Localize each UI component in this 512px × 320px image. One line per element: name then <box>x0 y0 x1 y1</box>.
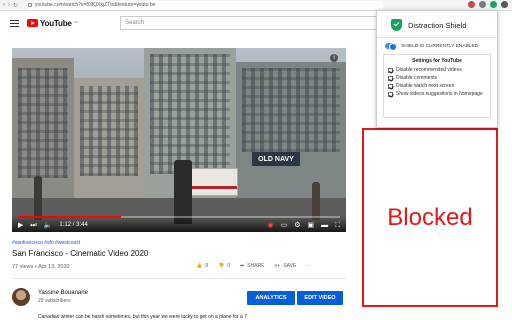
option-label: Disable comments <box>396 75 438 81</box>
address-bar[interactable]: youtube.com/watch?v=83fQXkjZTto&feature=… <box>24 1 385 9</box>
blocked-label: Blocked <box>387 203 473 231</box>
theater-icon[interactable]: ▬ <box>321 222 328 229</box>
browser-nav: ‹ › ↻ <box>3 2 18 9</box>
share-button[interactable]: ➦ SHARE <box>240 263 264 269</box>
pedestrian <box>34 176 42 220</box>
time-display: 1:12 / 3:44 <box>59 222 88 228</box>
video-player[interactable]: OLD NAVY i ▶ ⏭ 🔈 1:12 / 3:44 ◉ ▭ ⚙ ▣ ▬ ⛶ <box>12 48 346 232</box>
youtube-logo[interactable]: YouTube CA <box>27 19 78 28</box>
playlist-add-icon: ≡+ <box>274 263 281 269</box>
building <box>236 62 346 198</box>
option-label: Disable watch next screen <box>396 83 455 89</box>
thumbs-down-icon: 👎 <box>218 263 225 269</box>
next-icon[interactable]: ⏭ <box>30 222 36 229</box>
menu-icon[interactable] <box>501 1 508 8</box>
shield-icon <box>391 19 402 31</box>
video-title: San Francisco - Cinematic Video 2020 <box>12 249 149 258</box>
search-input[interactable]: Search <box>120 16 388 30</box>
checkbox[interactable] <box>388 75 393 81</box>
reload-icon[interactable]: ↻ <box>13 2 18 9</box>
more-actions-icon[interactable]: ⋯ <box>306 263 311 269</box>
play-icon[interactable]: ▶ <box>18 222 23 229</box>
edit-video-button[interactable]: EDIT VIDEO <box>297 291 343 305</box>
progress-bar[interactable] <box>18 216 340 218</box>
option-disable-recommended[interactable]: Disable recommended videos <box>388 67 486 73</box>
shield-status-text: SHIELD IS CURRENTLY ENABLED <box>401 43 479 49</box>
like-count: 9 <box>205 263 209 269</box>
back-icon[interactable]: ‹ <box>3 2 5 9</box>
option-label: Show videos suggestions in homepage <box>396 91 483 97</box>
blocked-recommendations-panel: Blocked <box>362 128 498 307</box>
fullscreen-icon[interactable]: ⛶ <box>335 222 340 229</box>
extension-icon[interactable] <box>468 1 475 8</box>
pedestrian <box>174 160 192 224</box>
settings-gear-icon[interactable]: ⚙ <box>294 222 300 229</box>
option-disable-watch-next[interactable]: Disable watch next screen <box>388 83 486 89</box>
building <box>12 58 74 198</box>
option-label: Disable recommended videos <box>396 67 462 73</box>
settings-title: Settings for YouTube <box>412 58 462 64</box>
dislike-count: 0 <box>227 263 231 269</box>
video-actions: 👍 9 👎 0 ➦ SHARE ≡+ SAVE ⋯ <box>196 263 311 269</box>
checkbox[interactable] <box>388 91 393 97</box>
option-disable-comments[interactable]: Disable comments <box>388 75 486 81</box>
dislike-button[interactable]: 👎 0 <box>218 263 230 269</box>
divider <box>12 278 346 279</box>
video-meta: 77 views • Apr 13, 2020 <box>12 264 70 270</box>
extension-icon[interactable] <box>479 1 486 8</box>
captions-icon[interactable]: ▭ <box>281 222 288 229</box>
option-show-suggestions[interactable]: Show videos suggestions in homepage <box>388 91 486 97</box>
building <box>74 78 144 198</box>
bus <box>190 168 238 196</box>
progress-fill <box>18 216 122 218</box>
volume-icon[interactable]: 🔈 <box>44 222 53 229</box>
video-hashtags[interactable]: #sanfrancisco #sfo #westcoast <box>12 240 80 246</box>
shield-extension-icon[interactable] <box>490 1 497 8</box>
autoplay-icon[interactable]: ◉ <box>267 222 273 229</box>
share-label: SHARE <box>247 263 265 269</box>
analytics-button[interactable]: ANALYTICS <box>247 291 295 305</box>
shield-toggle[interactable] <box>385 43 397 51</box>
checkbox[interactable] <box>388 83 393 89</box>
forward-icon[interactable]: › <box>8 2 10 9</box>
video-frame: OLD NAVY <box>12 48 346 232</box>
popup-header: Distraction Shield <box>377 11 497 33</box>
miniplayer-icon[interactable]: ▣ <box>307 222 314 229</box>
pedestrian <box>312 182 320 220</box>
logo-region: CA <box>73 19 78 24</box>
popup-title: Distraction Shield <box>408 20 467 30</box>
address-text: youtube.com/watch?v=83fQXkjZTto&feature=… <box>35 2 156 8</box>
lock-icon <box>28 3 33 7</box>
shield-status: SHIELD IS CURRENTLY ENABLED <box>377 38 497 51</box>
info-icon[interactable]: i <box>330 54 338 62</box>
channel-name[interactable]: Yassine Bouanane <box>38 290 88 296</box>
hamburger-menu-icon[interactable] <box>10 19 19 27</box>
settings-box: Settings for YouTube Disable recommended… <box>383 54 491 118</box>
store-sign: OLD NAVY <box>252 152 300 166</box>
youtube-play-icon <box>27 19 38 27</box>
like-button[interactable]: 👍 9 <box>196 263 208 269</box>
search-placeholder: Search <box>125 20 145 26</box>
share-icon: ➦ <box>240 263 245 269</box>
channel-avatar[interactable] <box>12 288 30 306</box>
subscriber-count: 29 subscribers <box>38 298 71 304</box>
controls-row: ▶ ⏭ 🔈 1:12 / 3:44 ◉ ▭ ⚙ ▣ ▬ ⛶ <box>18 220 340 230</box>
checkbox[interactable] <box>388 67 393 73</box>
logo-wordmark: YouTube <box>40 18 72 28</box>
video-description: Canadian winter can be harsh sometimes, … <box>38 314 248 320</box>
save-label: SAVE <box>283 263 297 269</box>
extension-popup: Distraction Shield SHIELD IS CURRENTLY E… <box>376 10 498 128</box>
thumbs-up-icon: 👍 <box>196 263 203 269</box>
save-button[interactable]: ≡+ SAVE <box>274 263 296 269</box>
player-controls: ▶ ⏭ 🔈 1:12 / 3:44 ◉ ▭ ⚙ ▣ ▬ ⛶ <box>12 216 346 232</box>
extension-icons <box>468 1 508 8</box>
